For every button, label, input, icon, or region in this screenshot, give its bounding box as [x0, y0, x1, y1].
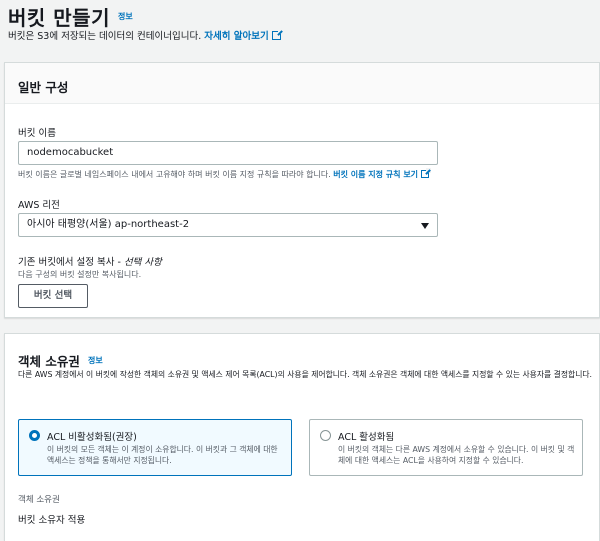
header-info-link[interactable]: 정보 — [118, 11, 133, 22]
bucket-name-input[interactable]: nodemocabucket — [18, 141, 438, 165]
acl-disabled-label: ACL 비활성화됨(권장) — [47, 432, 137, 443]
optional-marker: 선택 사항 — [123, 257, 162, 268]
region-value: 아시아 태평양(서울) ap-northeast-2 — [27, 219, 190, 230]
external-link-icon — [421, 168, 432, 178]
page-description: 버킷은 S3에 저장되는 데이터의 컨테이너입니다. 자세히 알아보기 — [8, 28, 283, 42]
bucket-name-hint-text: 버킷 이름은 글로벌 네임스페이스 내에서 고유해야 하며 버킷 이름 지정 규… — [18, 170, 331, 179]
naming-rules-label: 버킷 이름 지정 규칙 보기 — [333, 170, 419, 179]
bucket-name-label: 버킷 이름 — [18, 128, 56, 139]
general-config-header — [5, 63, 599, 104]
page-title: 버킷 만들기 — [8, 6, 110, 30]
radio-unselected-icon[interactable] — [320, 430, 331, 441]
region-select[interactable]: 아시아 태평양(서울) ap-northeast-2 — [18, 213, 438, 237]
naming-rules-link[interactable]: 버킷 이름 지정 규칙 보기 — [333, 168, 432, 179]
description-text: 버킷은 S3에 저장되는 데이터의 컨테이너입니다. — [8, 31, 202, 42]
general-config-panel: 일반 구성 버킷 이름 nodemocabucket 버킷 이름은 글로벌 네임… — [4, 62, 600, 318]
object-ownership-panel: 객체 소유권 정보 다른 AWS 계정에서 이 버킷에 작성한 객체의 소유권 … — [4, 333, 600, 541]
learn-more-link[interactable]: 자세히 알아보기 — [204, 29, 283, 42]
acl-disabled-option[interactable]: ACL 비활성화됨(권장) 이 버킷의 모든 객체는 이 계정이 소유합니다. … — [18, 419, 292, 476]
copy-settings-label: 기존 버킷에서 설정 복사 - 선택 사항 — [18, 254, 162, 268]
object-owner-value: 버킷 소유자 적용 — [18, 515, 86, 526]
object-owner-label: 객체 소유권 — [18, 495, 60, 505]
caret-down-icon — [421, 223, 429, 229]
acl-disabled-description: 이 버킷의 모든 객체는 이 계정이 소유합니다. 이 버킷과 그 객체에 대한… — [47, 445, 278, 465]
choose-bucket-button[interactable]: 버킷 선택 — [18, 284, 88, 308]
region-label: AWS 리전 — [18, 200, 60, 211]
ownership-info-link[interactable]: 정보 — [88, 355, 103, 366]
external-link-icon — [271, 29, 283, 40]
acl-enabled-label: ACL 활성화됨 — [338, 432, 395, 443]
bucket-name-hint: 버킷 이름은 글로벌 네임스페이스 내에서 고유해야 하며 버킷 이름 지정 규… — [18, 168, 432, 180]
acl-enabled-option[interactable]: ACL 활성화됨 이 버킷의 객체는 다른 AWS 계정에서 소유할 수 있습니… — [309, 419, 583, 476]
radio-selected-icon[interactable] — [29, 430, 40, 441]
learn-more-label: 자세히 알아보기 — [204, 31, 269, 42]
copy-settings-text: 기존 버킷에서 설정 복사 - — [18, 257, 124, 268]
copy-settings-hint: 다음 구성의 버킷 설정만 복사됩니다. — [18, 270, 142, 279]
object-ownership-title: 객체 소유권 — [18, 354, 80, 369]
acl-enabled-description: 이 버킷의 객체는 다른 AWS 계정에서 소유할 수 있습니다. 이 버킷 및… — [338, 445, 575, 465]
general-config-title: 일반 구성 — [18, 80, 69, 95]
object-ownership-description: 다른 AWS 계정에서 이 버킷에 작성한 객체의 소유권 및 액세스 제어 목… — [18, 370, 593, 379]
